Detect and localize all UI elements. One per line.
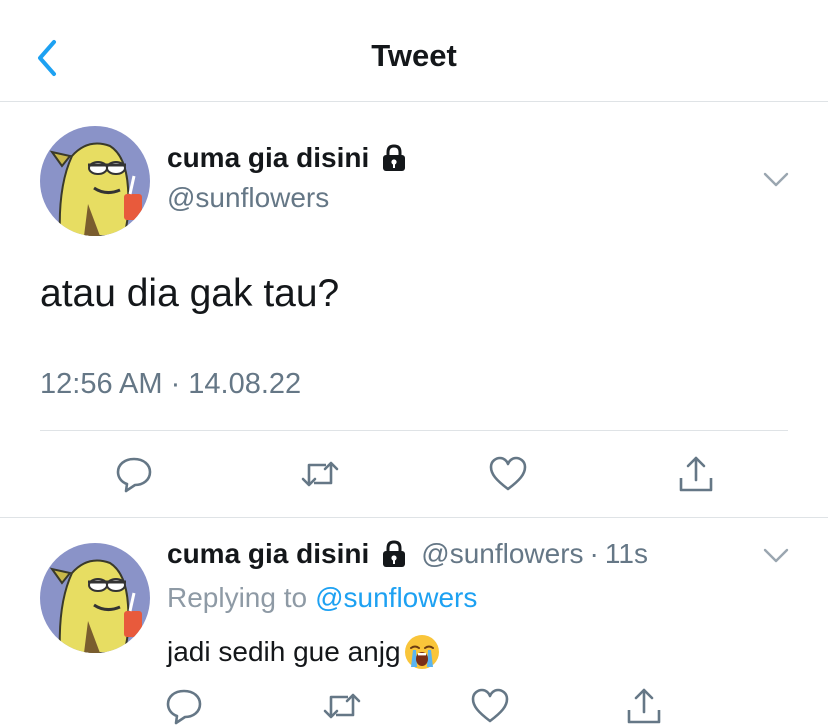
mention-link[interactable]: @sunflowers (315, 582, 477, 613)
retweet-icon[interactable] (322, 686, 362, 726)
tweet-text: atau dia gak tau? (40, 272, 340, 315)
divider (40, 430, 788, 431)
reply-icon[interactable] (114, 454, 154, 494)
share-icon[interactable] (676, 454, 716, 494)
lock-icon (383, 144, 406, 171)
page-title: Tweet (371, 38, 457, 73)
reply-icon[interactable] (164, 686, 204, 726)
avatar[interactable] (40, 126, 150, 236)
avatar[interactable] (40, 543, 150, 653)
time-ago: 11s (604, 538, 648, 569)
chevron-down-icon[interactable] (762, 546, 790, 566)
username-handle[interactable]: @sunflowers (167, 182, 329, 214)
author-name-row: cuma gia disini (167, 142, 409, 174)
display-name[interactable]: cuma gia disini (167, 142, 369, 174)
replying-to-label: Replying to (167, 582, 308, 613)
like-icon[interactable] (470, 686, 510, 726)
divider (0, 517, 828, 518)
reply-author-row: cuma gia disini @sunflowers · 11s (167, 538, 648, 570)
chevron-down-icon[interactable] (762, 170, 790, 190)
username-handle[interactable]: @sunflowers (421, 538, 583, 570)
reply-text-row: jadi sedih gue anjg (167, 633, 441, 671)
lock-icon (383, 540, 406, 567)
loudly-crying-face-icon (404, 635, 439, 669)
tweet-timestamp: 12:56 AM · 14.08.22 (40, 368, 302, 400)
share-icon[interactable] (624, 686, 664, 726)
retweet-icon[interactable] (300, 454, 340, 494)
meta-separator: · (589, 538, 599, 569)
display-name[interactable]: cuma gia disini (167, 538, 369, 570)
like-icon[interactable] (488, 454, 528, 494)
reply-text: jadi sedih gue anjg (167, 636, 401, 667)
replying-to-line: Replying to @sunflowers (167, 582, 477, 614)
top-nav-bar: Tweet (0, 0, 828, 102)
